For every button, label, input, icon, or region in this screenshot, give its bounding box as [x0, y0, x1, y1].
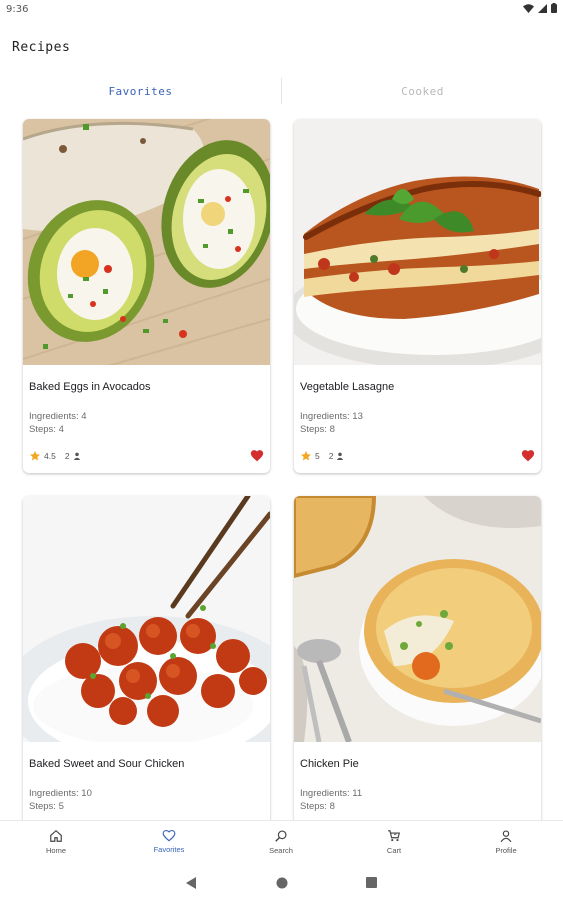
recipe-ingredients: Ingredients: 13 — [300, 411, 363, 422]
home-icon — [50, 829, 62, 842]
recipe-rating: 4.5 — [44, 451, 56, 461]
nav-favorites[interactable]: Favorites — [134, 829, 204, 854]
nav-label: Home — [45, 846, 66, 855]
recipe-card[interactable]: Chicken Pie Ingredients: 11 Steps: 8 — [294, 496, 541, 820]
home-circle-icon[interactable] — [276, 877, 288, 889]
recipe-steps: Steps: 8 — [300, 424, 335, 435]
recipe-title: Baked Eggs in Avocados — [29, 381, 151, 393]
back-icon[interactable] — [186, 877, 197, 889]
status-icons — [523, 3, 557, 13]
tab-cooked[interactable]: Cooked — [282, 72, 563, 110]
battery-icon — [551, 3, 557, 13]
recipe-grid: Baked Eggs in Avocados Ingredients: 4 St… — [0, 118, 563, 820]
heart-outline-icon — [162, 829, 176, 842]
recipe-card[interactable]: Baked Eggs in Avocados Ingredients: 4 St… — [23, 119, 270, 473]
nav-profile[interactable]: Profile — [471, 829, 541, 855]
nav-cart[interactable]: Cart — [359, 829, 429, 855]
recipe-title: Chicken Pie — [300, 758, 359, 770]
wifi-icon — [523, 3, 534, 13]
nav-label: Profile — [495, 846, 517, 855]
recipe-title: Vegetable Lasagne — [300, 381, 395, 393]
recipe-steps: Steps: 4 — [29, 424, 64, 435]
recipe-stats: 5 2 — [300, 450, 344, 462]
nav-label: Favorites — [153, 845, 185, 854]
person-icon — [73, 452, 80, 460]
recipe-ingredients: Ingredients: 4 — [29, 411, 87, 422]
tab-bar: Favorites Cooked — [0, 72, 563, 110]
favorite-heart-icon[interactable] — [250, 449, 264, 462]
recipe-card[interactable]: Vegetable Lasagne Ingredients: 13 Steps:… — [294, 119, 541, 473]
star-icon — [301, 451, 311, 461]
recipe-cook-count: 2 — [328, 451, 334, 461]
system-navigation-bar — [0, 868, 563, 900]
recipe-cook-count: 2 — [64, 451, 70, 461]
nav-label: Cart — [386, 846, 402, 855]
nav-search[interactable]: Search — [246, 829, 316, 855]
tab-favorites[interactable]: Favorites — [0, 72, 281, 110]
nav-label: Search — [269, 846, 293, 855]
recipe-image-baked-eggs — [23, 119, 270, 365]
status-bar: 9:36 — [0, 0, 563, 20]
person-icon — [500, 830, 512, 843]
recipe-title: Baked Sweet and Sour Chicken — [29, 758, 185, 770]
cart-icon — [388, 830, 400, 842]
recipe-ingredients: Ingredients: 10 — [29, 788, 92, 799]
recipe-image-sweet-sour-chicken — [23, 496, 270, 742]
recipe-card[interactable]: Baked Sweet and Sour Chicken Ingredients… — [23, 496, 270, 820]
recipe-image-chicken-pie — [294, 496, 541, 742]
signal-icon — [538, 3, 547, 13]
star-icon — [30, 451, 40, 461]
recipe-steps: Steps: 8 — [300, 801, 335, 812]
page-title: Recipes — [12, 40, 71, 55]
person-icon — [337, 452, 344, 460]
recipe-steps: Steps: 5 — [29, 801, 64, 812]
nav-home[interactable]: Home — [21, 829, 91, 855]
recents-icon[interactable] — [366, 877, 377, 888]
status-time: 9:36 — [6, 4, 29, 15]
favorite-heart-icon[interactable] — [521, 449, 535, 462]
bottom-navigation: Home Favorites Search Cart Profile — [0, 820, 563, 868]
recipe-stats: 4.5 2 — [29, 450, 81, 462]
recipe-image-vegetable-lasagne — [294, 119, 541, 365]
recipe-rating: 5 — [315, 451, 320, 461]
search-icon — [275, 830, 287, 842]
recipe-ingredients: Ingredients: 11 — [300, 788, 363, 799]
